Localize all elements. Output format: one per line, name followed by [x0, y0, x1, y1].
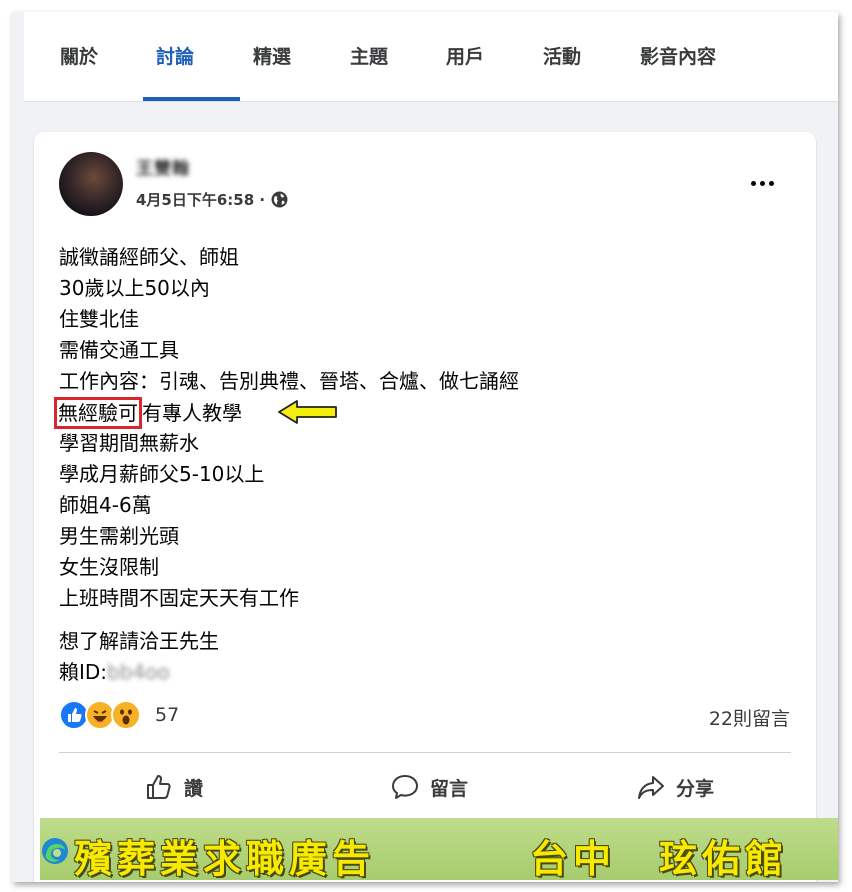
- post-line: 30歲以上50以內: [59, 276, 210, 300]
- avatar[interactable]: [59, 152, 123, 216]
- tab-about[interactable]: 關於: [60, 42, 98, 69]
- post-card: 王雙翰 4月5日下午6:58 · 誠徵誦經師父、師姐 30歲以上50以內 住雙北…: [34, 132, 816, 882]
- tab-topics[interactable]: 主題: [350, 42, 388, 69]
- post-line: 師姐4-6萬: [59, 493, 152, 517]
- post-line-highlighted: 無經驗可 有專人教學: [54, 397, 519, 429]
- ad-banner: 殯葬業求職廣告 台中 玹佑館: [40, 818, 838, 881]
- post-line: 需備交通工具: [59, 338, 179, 362]
- like-button[interactable]: 讚: [144, 772, 203, 802]
- edge-icon: [42, 838, 68, 864]
- post-line: 女生沒限制: [59, 555, 159, 579]
- post-meta: 4月5日下午6:58 ·: [136, 189, 288, 210]
- post-line: 工作內容：引魂、告別典禮、晉塔、合爐、做七誦經: [59, 369, 519, 393]
- screenshot-frame: 關於 討論 精選 主題 用戶 活動 影音內容 王雙翰 4月5日下午6:58 · …: [12, 12, 838, 882]
- post-line-contact: 賴ID:bb4oo: [59, 657, 519, 688]
- group-tab-bar: 關於 討論 精選 主題 用戶 活動 影音內容: [24, 12, 838, 102]
- comment-count-link[interactable]: 22則留言: [709, 704, 790, 731]
- post-line: 學成月薪師父5-10以上: [59, 462, 265, 486]
- post-line: 男生需剃光頭: [59, 524, 179, 548]
- post-line: 想了解請洽王先生: [59, 629, 219, 653]
- share-icon: [638, 776, 664, 799]
- post-timestamp[interactable]: 4月5日下午6:58 ·: [136, 189, 265, 210]
- comment-icon: [392, 775, 418, 799]
- more-options-icon[interactable]: [744, 172, 780, 194]
- wow-reaction-icon: [111, 700, 141, 730]
- post-line-rest: 有專人教學: [142, 401, 242, 425]
- tab-discussion[interactable]: 討論: [156, 42, 194, 69]
- highlight-box: 無經驗可: [54, 397, 142, 429]
- arrow-icon: [278, 400, 337, 424]
- like-label: 讚: [184, 777, 204, 800]
- comment-label: 留言: [430, 777, 469, 800]
- banner-right-text: 台中 玹佑館: [530, 836, 789, 881]
- globe-icon: [271, 191, 288, 208]
- comment-button[interactable]: 留言: [390, 772, 468, 802]
- post-line: 住雙北佳: [59, 307, 139, 331]
- thumbs-up-icon: [147, 775, 171, 799]
- post-line: 上班時間不固定天天有工作: [59, 586, 299, 610]
- contact-label: 賴ID:: [59, 660, 108, 684]
- divider: [59, 752, 791, 753]
- post-line: 學習期間無薪水: [59, 431, 199, 455]
- tab-events[interactable]: 活動: [543, 42, 581, 69]
- post-line: 誠徵誦經師父、師姐: [59, 245, 239, 269]
- post-author[interactable]: 王雙翰: [136, 154, 190, 179]
- share-button[interactable]: 分享: [636, 772, 714, 802]
- post-body: 誠徵誦經師父、師姐 30歲以上50以內 住雙北佳 需備交通工具 工作內容：引魂、…: [54, 242, 519, 688]
- tab-media[interactable]: 影音內容: [640, 42, 716, 69]
- tab-members[interactable]: 用戶: [446, 42, 484, 69]
- share-label: 分享: [676, 777, 715, 800]
- reaction-count: 57: [155, 704, 180, 726]
- contact-id: bb4oo: [107, 660, 170, 684]
- banner-left-text: 殯葬業求職廣告: [74, 836, 376, 881]
- reactions-summary[interactable]: 57: [59, 700, 179, 730]
- tab-featured[interactable]: 精選: [253, 42, 291, 69]
- active-tab-indicator: [143, 97, 240, 101]
